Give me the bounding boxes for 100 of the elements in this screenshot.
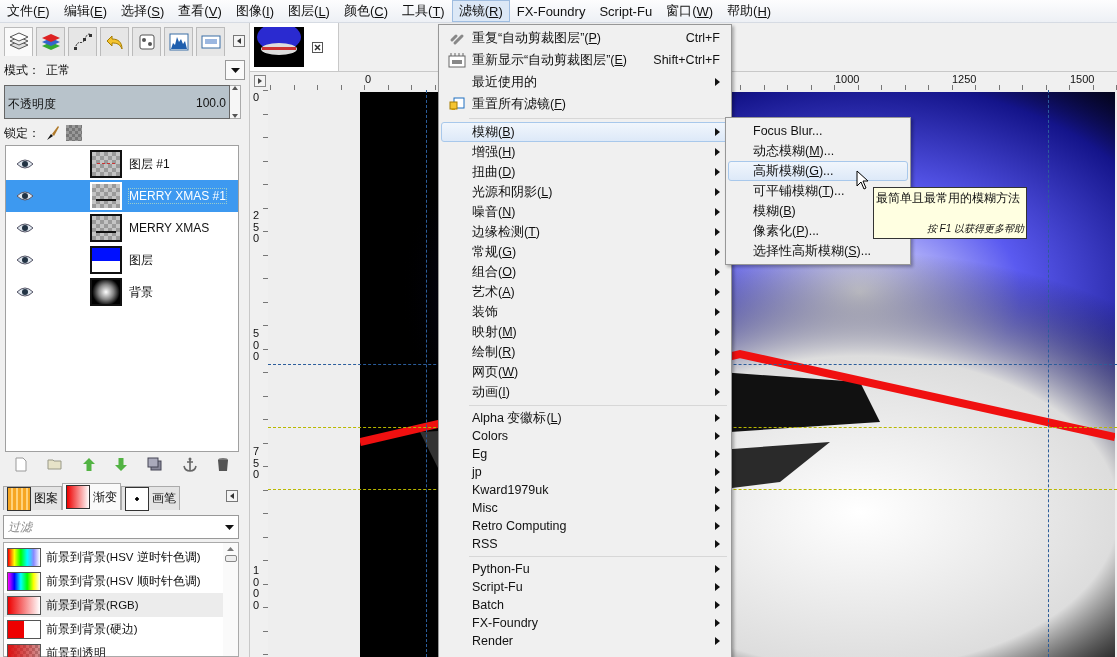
layer-row[interactable]: MERRY XMAS — [6, 212, 238, 244]
menu-item[interactable]: 网页(W) — [441, 362, 729, 382]
menu-item[interactable]: 艺术(A) — [441, 282, 729, 302]
spin-buttons[interactable] — [230, 85, 241, 119]
menu-item[interactable]: Focus Blur... — [728, 121, 908, 141]
menu-item[interactable]: Colors — [441, 427, 729, 445]
eye-icon[interactable] — [16, 255, 34, 265]
menu-item[interactable]: 重新显示“自动剪裁图层”(E) Shift+Ctrl+F — [441, 49, 729, 71]
menu-title[interactable]: Script-Fu — [592, 0, 660, 22]
opacity-slider[interactable]: 不透明度 100.0 — [4, 85, 230, 119]
menu-title[interactable]: 编辑(E) — [56, 0, 114, 22]
menu-title[interactable]: 工具(T) — [395, 0, 452, 22]
layer-row[interactable]: 图层 — [6, 244, 238, 276]
tooltip-hint: 按 F1 以获得更多帮助 — [926, 222, 1024, 236]
opacity-value: 100.0 — [195, 96, 226, 110]
menu-item[interactable]: Render — [441, 632, 729, 650]
menu-item[interactable]: 高斯模糊(G)... — [728, 161, 908, 181]
dock-tab[interactable] — [132, 26, 161, 56]
ruler-label: 250 — [253, 210, 260, 245]
menu-title[interactable]: 窗口(W) — [659, 0, 721, 22]
submenu-arrow-icon — [715, 188, 720, 196]
menu-item[interactable]: Kward1979uk — [441, 481, 729, 499]
mode-dropdown[interactable]: 正常 — [46, 60, 245, 80]
trash-icon[interactable] — [216, 456, 229, 472]
gradient-item[interactable]: 前景到背景(HSV 逆时针色调) — [4, 545, 223, 569]
duplicate-icon[interactable] — [147, 457, 163, 471]
gradient-item[interactable]: 前景到背景(硬边) — [4, 617, 223, 641]
menu-title[interactable]: 图层(L) — [281, 0, 337, 22]
collapse-icon[interactable] — [226, 490, 238, 502]
layer-thumbnail — [90, 214, 122, 242]
menu-item[interactable]: 组合(O) — [441, 262, 729, 282]
brush-swatch — [125, 486, 149, 511]
menu-item[interactable]: 扭曲(D) — [441, 162, 729, 182]
menu-item[interactable]: 边缘检测(T) — [441, 222, 729, 242]
menu-item[interactable]: 动画(I) — [441, 382, 729, 402]
menu-item[interactable]: Eg — [441, 445, 729, 463]
layer-row[interactable]: 图层 #1 — [6, 148, 238, 180]
menu-item[interactable]: 增强(H) — [441, 142, 729, 162]
menu-title[interactable]: 滤镜(R) — [451, 0, 510, 22]
scroll-up-icon[interactable] — [227, 547, 234, 551]
menu-item[interactable]: 映射(M) — [441, 322, 729, 342]
ruler-label: 1500 — [1070, 73, 1095, 85]
menu-item[interactable]: jp — [441, 463, 729, 481]
menu-title[interactable]: 颜色(C) — [336, 0, 396, 22]
submenu-arrow-icon — [715, 128, 720, 136]
eye-icon[interactable] — [16, 159, 34, 169]
brush-icon[interactable] — [46, 125, 60, 141]
menu-title[interactable]: 文件(F) — [0, 0, 57, 22]
menu-item[interactable]: 动态模糊(M)... — [728, 141, 908, 161]
menu-item[interactable]: 选择性高斯模糊(S)... — [728, 241, 908, 261]
gradient-item[interactable]: 前景到背景(HSV 顺时针色调) — [4, 569, 223, 593]
gradient-swatch — [7, 571, 41, 591]
menu-item[interactable]: Retro Computing — [441, 517, 729, 535]
scroll-thumb[interactable] — [224, 555, 237, 562]
submenu-arrow-icon — [715, 414, 720, 422]
menu-item[interactable]: Python-Fu — [441, 560, 729, 578]
menu-item[interactable]: 噪音(N) — [441, 202, 729, 222]
submenu-arrow-icon — [715, 601, 720, 609]
dock-tab[interactable] — [164, 26, 193, 56]
menu-title[interactable]: FX-Foundry — [509, 0, 593, 22]
menu-item[interactable]: Alpha 变徽标(L) — [441, 409, 729, 427]
dock-tab[interactable]: 渐变 — [62, 483, 121, 510]
ruler-label: 500 — [253, 328, 260, 363]
menu-title[interactable]: 图像(I) — [228, 0, 282, 22]
collapse-icon[interactable] — [233, 35, 245, 47]
menu-item[interactable]: 绘制(R) — [441, 342, 729, 362]
menu-item[interactable]: Misc — [441, 499, 729, 517]
dock-tab[interactable]: 图案 — [3, 486, 62, 510]
caret-icon — [225, 524, 234, 530]
menu-item[interactable]: Batch — [441, 596, 729, 614]
eye-icon[interactable] — [16, 223, 34, 233]
dock-tab[interactable]: 画笔 — [121, 486, 180, 510]
dock-tab[interactable] — [36, 26, 65, 56]
menu-item[interactable]: 重复“自动剪裁图层”(P) Ctrl+F — [441, 27, 729, 49]
menu-title[interactable]: 帮助(H) — [720, 0, 779, 22]
menu-item[interactable]: 最近使用的 — [441, 71, 729, 93]
image-tab[interactable] — [250, 23, 339, 71]
scrollbar[interactable] — [223, 543, 238, 656]
submenu-arrow-icon — [715, 583, 720, 591]
menu-item[interactable]: 光源和阴影(L) — [441, 182, 729, 202]
menu-item[interactable]: Script-Fu — [441, 578, 729, 596]
menu-item[interactable]: RSS — [441, 535, 729, 553]
filter-input[interactable]: 过滤 — [8, 520, 225, 534]
submenu-arrow-icon — [715, 78, 720, 86]
gradient-swatch — [7, 595, 41, 615]
anchor-icon[interactable] — [182, 456, 197, 472]
eye-icon[interactable] — [16, 287, 34, 297]
close-icon[interactable] — [312, 41, 323, 53]
filter-field[interactable]: 过滤 — [3, 515, 239, 539]
dock-tab[interactable] — [68, 26, 97, 56]
eye-icon[interactable] — [16, 191, 34, 201]
layer-row[interactable]: 背景 — [6, 276, 238, 308]
menu-title[interactable]: 选择(S) — [114, 0, 172, 22]
menu-item[interactable]: 常规(G) — [441, 242, 729, 262]
dock-tab[interactable] — [4, 26, 33, 56]
menu-item[interactable]: 重置所有滤镜(F) — [441, 93, 729, 115]
menu-item[interactable]: FX-Foundry — [441, 614, 729, 632]
menu-item[interactable]: 装饰 — [441, 302, 729, 322]
menu-title[interactable]: 查看(V) — [171, 0, 229, 22]
gradient-item[interactable]: 前景到背景(RGB) — [4, 593, 223, 617]
